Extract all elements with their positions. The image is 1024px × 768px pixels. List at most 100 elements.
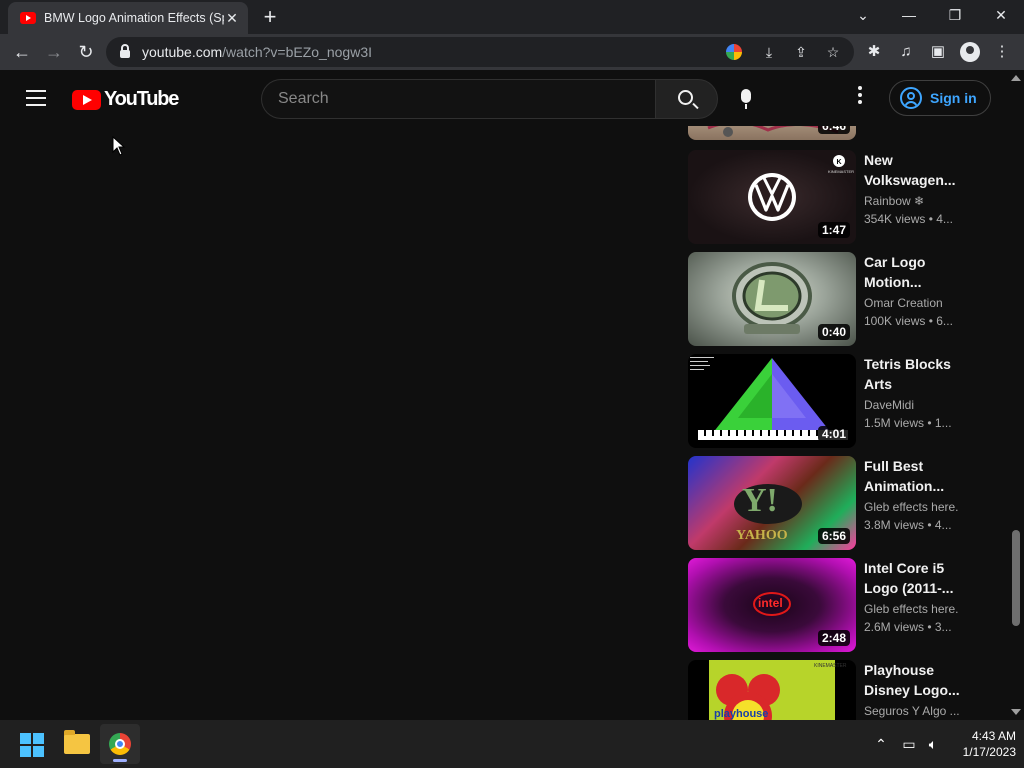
video-title[interactable]: Intel Core i5 Logo (2011-... xyxy=(864,558,964,598)
yahoo-logo-text: Y! xyxy=(742,482,778,519)
youtube-play-icon xyxy=(72,89,101,110)
new-tab-button[interactable]: + xyxy=(258,5,282,29)
url-path: /watch?v=bEZo_nogw3I xyxy=(222,44,372,60)
svg-text:K: K xyxy=(836,159,841,166)
video-thumbnail[interactable]: intel 2:48 xyxy=(688,558,856,652)
related-video-item[interactable]: playhouse KINEMASTER Playhouse Disney Lo… xyxy=(688,660,978,720)
search-box[interactable] xyxy=(261,79,655,119)
bookmark-star-icon[interactable]: ☆ xyxy=(824,43,842,61)
microphone-icon xyxy=(741,89,751,109)
video-meta: 100K views • 6... xyxy=(864,314,953,328)
system-clock[interactable]: 4:43 AM 1/17/2023 xyxy=(950,728,1016,760)
video-duration: 6:46 xyxy=(817,126,850,134)
related-video-item[interactable]: 4:01 Tetris Blocks Arts DaveMidi 1.5M vi… xyxy=(688,354,978,448)
file-explorer-icon[interactable] xyxy=(64,730,90,754)
video-channel[interactable]: Gleb effects here. xyxy=(864,602,959,616)
share-icon[interactable]: ⇪ xyxy=(792,43,810,61)
video-title[interactable]: Full Best Animation... xyxy=(864,456,964,496)
windows-start-icon[interactable] xyxy=(20,733,44,757)
clock-time: 4:43 AM xyxy=(971,729,1016,743)
tab-title: BMW Logo Animation Effects (Sp xyxy=(44,11,224,25)
youtube-logo[interactable]: YouTube xyxy=(72,88,179,111)
scroll-down-icon[interactable] xyxy=(1011,709,1021,715)
video-channel[interactable]: Seguros Y Algo ... xyxy=(864,704,960,718)
video-duration: 1:47 xyxy=(817,222,850,238)
video-meta: 354K views • 4... xyxy=(864,212,953,226)
media-controls-icon[interactable]: ♫ xyxy=(896,42,916,62)
related-video-item[interactable]: 0:40 Car Logo Motion... Omar Creation 10… xyxy=(688,252,978,346)
youtube-favicon-icon xyxy=(20,12,36,24)
video-meta: 1.5M views • 1... xyxy=(864,416,952,430)
volume-icon[interactable]: 🔈︎ xyxy=(924,734,942,754)
account-circle-icon xyxy=(900,87,922,109)
search-button[interactable] xyxy=(655,79,718,119)
related-video-item[interactable]: 6:46 xyxy=(688,126,978,140)
video-title[interactable]: Tetris Blocks Arts xyxy=(864,354,964,394)
network-icon[interactable]: ▭ xyxy=(900,734,918,754)
profile-avatar-icon[interactable] xyxy=(960,42,980,62)
chrome-taskbar-button[interactable] xyxy=(100,724,140,764)
minimize-button[interactable]: — xyxy=(886,0,932,30)
video-thumbnail[interactable]: playhouse KINEMASTER xyxy=(688,660,856,720)
tab-close-icon[interactable]: ✕ xyxy=(224,10,240,26)
scroll-up-icon[interactable] xyxy=(1011,75,1021,81)
back-arrow-icon[interactable]: ← xyxy=(10,40,34,64)
kinemaster-watermark: KINEMASTER xyxy=(814,663,847,669)
show-hidden-icons-chevron-up-icon[interactable]: ⌃ xyxy=(872,734,890,754)
scrollbar-thumb[interactable] xyxy=(1012,530,1020,626)
search-icon xyxy=(678,90,693,105)
clock-date: 1/17/2023 xyxy=(962,745,1016,759)
video-thumbnail[interactable]: 4:01 xyxy=(688,354,856,448)
tab-search-chevron-down-icon[interactable]: ⌄ xyxy=(840,0,886,30)
yahoo-word-text: YAHOO xyxy=(736,528,788,543)
video-title[interactable]: Playhouse Disney Logo... xyxy=(864,660,964,700)
video-duration: 4:01 xyxy=(817,426,850,442)
voice-search-button[interactable] xyxy=(726,79,766,119)
related-video-item[interactable]: intel 2:48 Intel Core i5 Logo (2011-... … xyxy=(688,558,978,652)
sign-in-button[interactable]: Sign in xyxy=(889,80,991,116)
video-thumbnail[interactable]: Y! YAHOO 6:56 xyxy=(688,456,856,550)
video-channel[interactable]: Gleb effects here. xyxy=(864,500,959,514)
close-window-button[interactable]: ✕ xyxy=(978,0,1024,30)
lock-icon[interactable] xyxy=(120,44,130,58)
youtube-header: YouTube Sign in xyxy=(0,70,1008,126)
sign-in-label: Sign in xyxy=(930,90,977,106)
hamburger-menu-icon[interactable] xyxy=(26,90,46,106)
video-duration: 6:56 xyxy=(817,528,850,544)
video-thumbnail[interactable]: 6:46 xyxy=(688,126,856,140)
kinemaster-watermark: KINEMASTER xyxy=(828,169,855,174)
side-panel-icon[interactable]: ▣ xyxy=(928,42,948,62)
video-title[interactable]: New Volkswagen... xyxy=(864,150,964,190)
search-input[interactable] xyxy=(278,90,655,108)
reload-icon[interactable]: ↻ xyxy=(74,40,98,64)
browser-tab-active[interactable]: BMW Logo Animation Effects (Sp ✕ xyxy=(8,2,248,34)
chrome-menu-icon[interactable]: ⋮ xyxy=(992,42,1012,62)
video-meta: 3.8M views • 4... xyxy=(864,518,952,532)
windows-taskbar: ⌃ ▭ 🔈︎ 4:43 AM 1/17/2023 xyxy=(0,720,1024,768)
video-channel[interactable]: Omar Creation xyxy=(864,296,943,310)
youtube-wordmark: YouTube xyxy=(104,88,179,110)
video-meta: 2.6M views • 3... xyxy=(864,620,952,634)
google-lens-icon[interactable] xyxy=(726,44,742,60)
chrome-icon xyxy=(109,733,131,755)
playhouse-logo-text: playhouse xyxy=(714,708,769,720)
related-video-item[interactable]: Y! YAHOO 6:56 Full Best Animation... Gle… xyxy=(688,456,978,550)
related-videos-list: 6:46 K KINEMASTER 1:47 New Volkswagen...… xyxy=(688,126,988,720)
video-duration: 0:40 xyxy=(817,324,850,340)
page-scrollbar[interactable] xyxy=(1008,70,1024,720)
extensions-puzzle-icon[interactable]: ✱ xyxy=(864,42,884,62)
address-bar[interactable]: youtube.com/watch?v=bEZo_nogw3I ⤓ ⇪ ☆ xyxy=(106,37,854,67)
video-title[interactable]: Car Logo Motion... xyxy=(864,252,964,292)
browser-toolbar: ← → ↻ youtube.com/watch?v=bEZo_nogw3I ⤓ … xyxy=(0,34,1024,70)
restore-button[interactable]: ❐ xyxy=(932,0,978,30)
related-video-item[interactable]: K KINEMASTER 1:47 New Volkswagen... Rain… xyxy=(688,150,978,244)
video-duration: 2:48 xyxy=(817,630,850,646)
forward-arrow-icon[interactable]: → xyxy=(42,40,66,64)
video-channel[interactable]: DaveMidi xyxy=(864,398,914,412)
video-channel[interactable]: Rainbow ❄ xyxy=(864,194,924,208)
settings-kebab-icon[interactable] xyxy=(850,86,870,110)
install-app-icon[interactable]: ⤓ xyxy=(760,43,778,61)
video-thumbnail[interactable]: K KINEMASTER 1:47 xyxy=(688,150,856,244)
browser-titlebar: BMW Logo Animation Effects (Sp ✕ + ⌄ — ❐… xyxy=(0,0,1024,34)
video-thumbnail[interactable]: 0:40 xyxy=(688,252,856,346)
